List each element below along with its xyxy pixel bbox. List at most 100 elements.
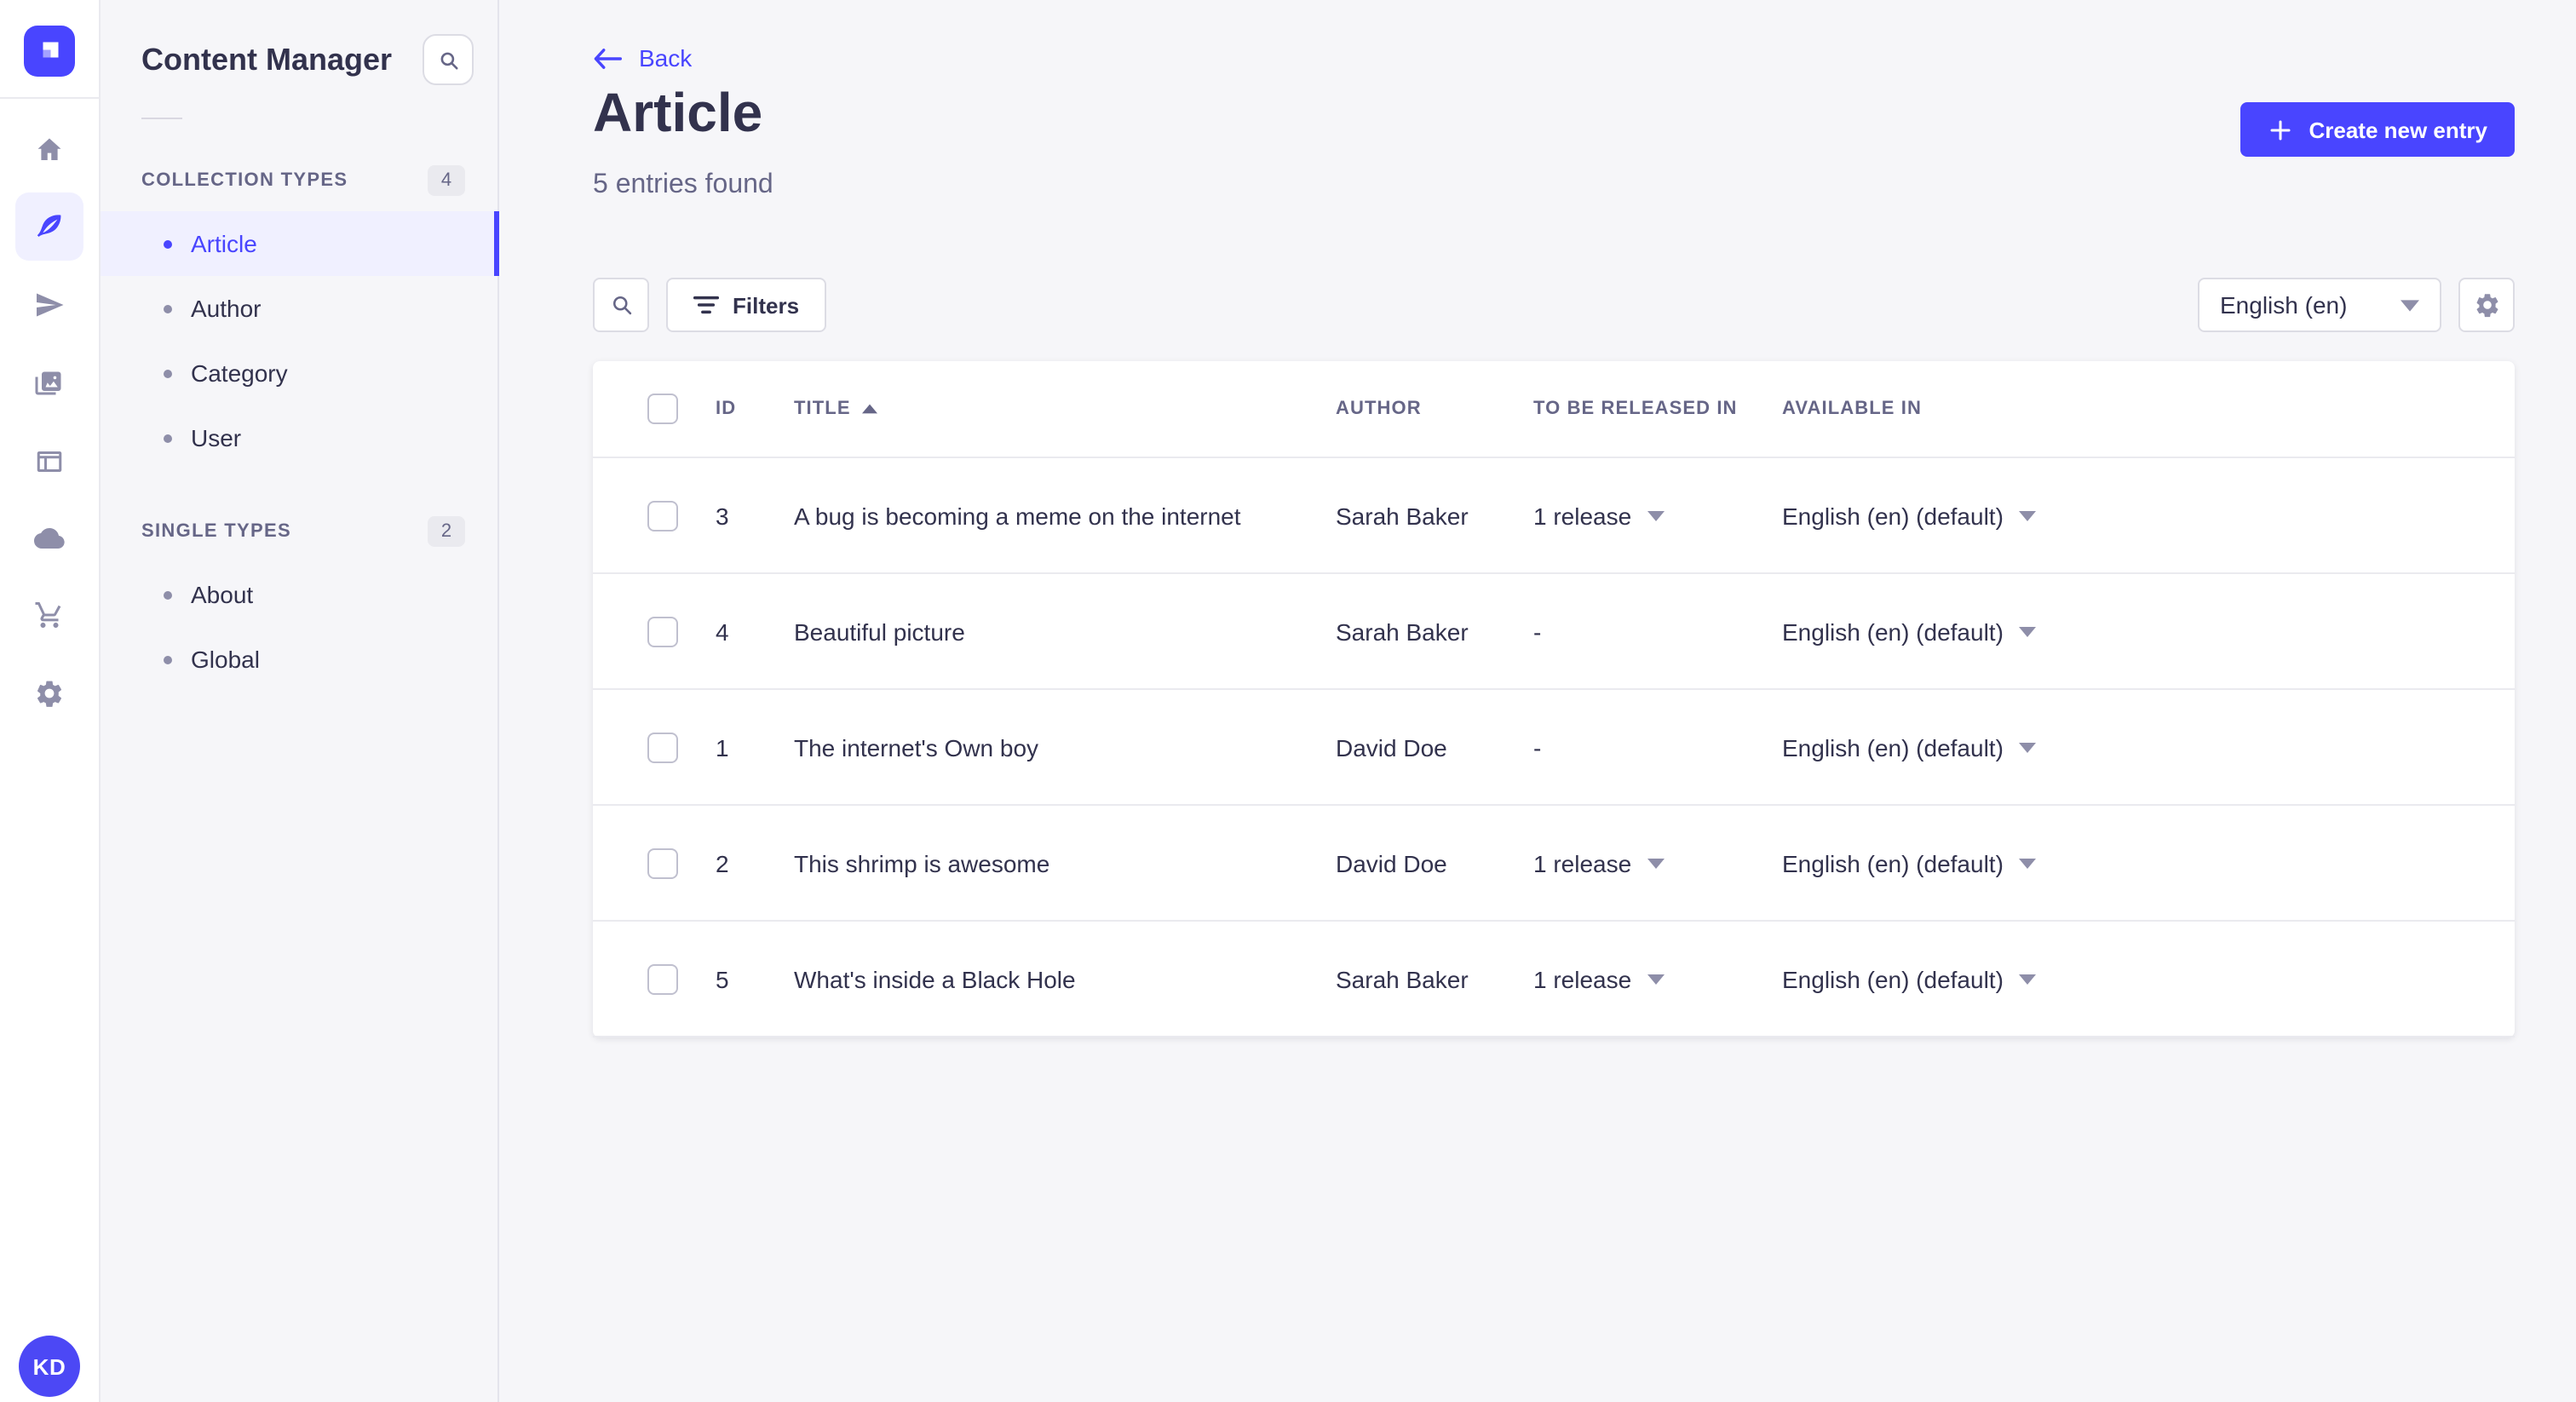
cell-title: The internet's Own boy [794, 733, 1039, 761]
single-types-section: SINGLE TYPES 2 About Global [99, 516, 497, 692]
cell-id: 2 [716, 849, 729, 876]
releases-icon[interactable] [15, 271, 83, 339]
filters-button[interactable]: Filters [666, 278, 827, 332]
bullet-icon [164, 590, 172, 599]
locale-value: English (en) [2220, 291, 2348, 319]
sidebar-item[interactable]: Global [99, 627, 497, 692]
settings-icon[interactable] [15, 659, 83, 727]
row-checkbox[interactable] [647, 500, 678, 531]
release-dropdown[interactable]: 1 release [1533, 849, 1782, 876]
release-dropdown[interactable]: - [1533, 733, 1782, 761]
strapi-logo-icon [43, 42, 59, 58]
sidebar-item[interactable]: Category [99, 341, 497, 405]
content-manager-sidebar: Content Manager COLLECTION TYPES 4 Artic… [99, 0, 499, 1402]
cell-author: David Doe [1336, 849, 1447, 876]
row-checkbox[interactable] [647, 963, 678, 994]
strapi-logo[interactable] [24, 26, 75, 77]
table-row[interactable]: 3 A bug is becoming a meme on the intern… [593, 458, 2515, 574]
cell-title: What's inside a Black Hole [794, 965, 1076, 992]
locale-dropdown[interactable]: English (en) (default) [1782, 849, 2515, 876]
cell-title: Beautiful picture [794, 618, 965, 645]
table-body: 3 A bug is becoming a meme on the intern… [593, 458, 2515, 1037]
search-icon [440, 51, 457, 69]
locale-dropdown[interactable]: English (en) (default) [1782, 618, 2515, 645]
bullet-icon [164, 434, 172, 442]
column-header-title[interactable]: TITLE [794, 399, 1336, 419]
plus-icon [2270, 119, 2291, 140]
sidebar-item-label: User [191, 424, 242, 451]
row-checkbox[interactable] [647, 848, 678, 878]
collection-types-section: COLLECTION TYPES 4 Article Author Catego… [99, 165, 499, 470]
bullet-icon [164, 655, 172, 664]
marketplace-icon[interactable] [15, 581, 83, 649]
row-checkbox[interactable] [647, 732, 678, 762]
sidebar-search-button[interactable] [423, 34, 474, 85]
cell-author: Sarah Baker [1336, 965, 1469, 992]
back-link[interactable]: Back [593, 44, 692, 72]
release-dropdown[interactable]: - [1533, 618, 1782, 645]
cell-id: 3 [716, 502, 729, 529]
main-content: Back Article 5 entries found Create new … [497, 0, 2576, 1402]
sidebar-item-label: Article [191, 230, 257, 257]
sidebar-item[interactable]: About [99, 562, 497, 627]
cell-author: Sarah Baker [1336, 502, 1469, 529]
media-library-icon[interactable] [15, 349, 83, 417]
create-new-entry-button[interactable]: Create new entry [2240, 102, 2515, 157]
content-manager-icon[interactable] [15, 192, 83, 261]
chevron-down-icon [2018, 974, 2036, 984]
sidebar-item[interactable]: Article [99, 211, 499, 276]
table-row[interactable]: 1 The internet's Own boy David Doe - Eng… [593, 690, 2515, 806]
sidebar-item[interactable]: Author [99, 276, 497, 341]
column-header-author[interactable]: AUTHOR [1336, 399, 1533, 419]
release-dropdown[interactable]: 1 release [1533, 502, 1782, 529]
table-header-row: ID TITLE AUTHOR TO BE RELEASED IN AVAILA… [593, 361, 2515, 458]
chevron-down-icon [2018, 742, 2036, 752]
locale-select[interactable]: English (en) [2198, 278, 2441, 332]
entries-count: 5 entries found [593, 170, 773, 199]
cell-id: 5 [716, 965, 729, 992]
sidebar-item-label: Global [191, 646, 260, 673]
chevron-down-icon [2401, 299, 2419, 311]
column-header-release[interactable]: TO BE RELEASED IN [1533, 399, 1782, 419]
table-row[interactable]: 4 Beautiful picture Sarah Baker - Englis… [593, 574, 2515, 690]
gear-icon [2475, 294, 2498, 318]
nav-rail: KD [0, 0, 101, 1402]
select-all-checkbox[interactable] [647, 394, 678, 424]
section-label: COLLECTION TYPES [141, 170, 348, 191]
deploy-icon[interactable] [15, 504, 83, 572]
cell-title: A bug is becoming a meme on the internet [794, 502, 1241, 529]
sidebar-divider [141, 118, 182, 119]
chevron-down-icon [2018, 858, 2036, 868]
section-count-badge: 4 [428, 165, 465, 196]
cell-author: Sarah Baker [1336, 618, 1469, 645]
user-avatar[interactable]: KD [19, 1336, 80, 1397]
locale-dropdown[interactable]: English (en) (default) [1782, 502, 2515, 529]
sidebar-item[interactable]: User [99, 405, 497, 470]
table-row[interactable]: 2 This shrimp is awesome David Doe 1 rel… [593, 806, 2515, 922]
locale-dropdown[interactable]: English (en) (default) [1782, 733, 2515, 761]
chevron-down-icon [1647, 510, 1665, 520]
entries-table: ID TITLE AUTHOR TO BE RELEASED IN AVAILA… [593, 361, 2515, 1037]
locale-dropdown[interactable]: English (en) (default) [1782, 965, 2515, 992]
view-settings-button[interactable] [2458, 278, 2515, 332]
bullet-icon [164, 239, 172, 248]
section-count-badge: 2 [428, 516, 465, 547]
home-icon[interactable] [15, 116, 83, 184]
column-header-id[interactable]: ID [716, 399, 794, 419]
bullet-icon [164, 369, 172, 377]
search-icon [612, 296, 631, 315]
content-type-builder-icon[interactable] [15, 428, 83, 496]
column-header-available[interactable]: AVAILABLE IN [1782, 399, 2515, 419]
filter-icon [693, 296, 719, 314]
cell-author: David Doe [1336, 733, 1447, 761]
chevron-down-icon [1647, 858, 1665, 868]
sidebar-item-label: About [191, 581, 254, 608]
cell-id: 1 [716, 733, 729, 761]
table-search-button[interactable] [593, 278, 649, 332]
row-checkbox[interactable] [647, 616, 678, 646]
release-dropdown[interactable]: 1 release [1533, 965, 1782, 992]
table-row[interactable]: 5 What's inside a Black Hole Sarah Baker… [593, 922, 2515, 1037]
chevron-down-icon [2018, 510, 2036, 520]
back-arrow-icon [594, 48, 622, 68]
rail-divider [0, 97, 99, 99]
